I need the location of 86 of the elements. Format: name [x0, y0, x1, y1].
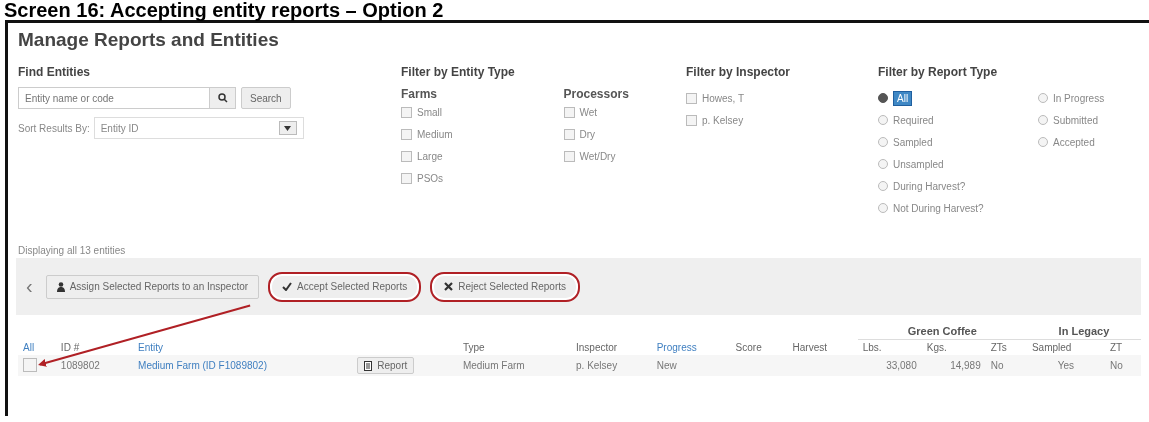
column-header: Lbs. — [862, 342, 882, 353]
section-label: Find Entities — [18, 65, 91, 79]
table-cell: Yes — [1057, 360, 1075, 371]
option-label[interactable]: In Progress — [1053, 92, 1105, 104]
column-header: Harvest — [792, 341, 827, 353]
group-label: Farms — [401, 87, 439, 101]
table-cell: No — [990, 360, 1004, 371]
radio-button[interactable] — [878, 203, 888, 213]
column-group-header: Green Coffee — [907, 325, 977, 337]
table-cell: 1089802 — [60, 360, 100, 371]
person-icon — [56, 281, 65, 292]
checkbox[interactable] — [401, 106, 412, 118]
column-header: ID # — [60, 341, 80, 353]
checkbox[interactable] — [401, 128, 412, 140]
table-cell: 14,989 — [950, 360, 981, 371]
page-title: Manage Reports and Entities — [18, 29, 280, 51]
column-header[interactable]: Entity — [138, 341, 164, 353]
table-cell: New — [656, 360, 677, 371]
group-label: Processors — [563, 87, 630, 101]
checkbox[interactable] — [563, 150, 575, 162]
section-label: Filter by Report Type — [878, 65, 999, 79]
radio-button[interactable] — [1038, 137, 1048, 147]
column-header[interactable]: All — [23, 341, 35, 353]
back-chevron[interactable]: ‹ — [26, 275, 33, 298]
x-icon — [444, 282, 454, 291]
option-label[interactable]: Required — [893, 114, 934, 126]
search-icon[interactable] — [210, 87, 236, 109]
entity-link[interactable]: Medium Farm (ID F1089802) — [138, 360, 267, 371]
caret-icon — [278, 121, 297, 135]
radio-button[interactable] — [878, 181, 888, 191]
option-label[interactable]: p. Kelsey — [702, 114, 744, 126]
column-group-header: In Legacy — [1058, 325, 1110, 337]
row-checkbox[interactable] — [23, 357, 37, 372]
option-label[interactable]: Wet — [579, 106, 598, 118]
option-label[interactable]: Sampled — [893, 136, 933, 148]
option-label[interactable]: During Harvest? — [893, 180, 966, 192]
radio-button[interactable] — [1038, 115, 1048, 125]
document-heading: Screen 16: Accepting entity reports – Option 2 — [3, 0, 445, 20]
option-label[interactable]: Medium — [417, 128, 453, 140]
radio-button[interactable] — [878, 115, 888, 125]
option-label[interactable]: Submitted — [1053, 114, 1099, 126]
column-header: Score — [735, 341, 762, 353]
action-button[interactable]: Accept Selected Reports — [268, 271, 422, 302]
radio-button[interactable] — [1038, 93, 1048, 103]
table-cell: p. Kelsey — [576, 360, 618, 371]
checkbox[interactable] — [401, 150, 412, 162]
search-field[interactable]: Entity name or code — [18, 87, 210, 109]
checkbox[interactable] — [563, 106, 575, 118]
report-button[interactable]: Report — [357, 357, 415, 374]
result-count: Displaying all 13 entities — [18, 245, 127, 256]
column-header: ZTs — [990, 342, 1007, 353]
option-label[interactable]: Not During Harvest? — [893, 202, 984, 214]
table-cell: Medium Farm — [462, 360, 525, 371]
checkbox[interactable] — [401, 172, 412, 184]
section-label: Filter by Inspector — [686, 65, 792, 79]
sort-label: Sort Results By: — [18, 122, 90, 134]
radio-button[interactable] — [878, 159, 888, 169]
column-header: Kgs. — [926, 342, 947, 353]
document-icon — [364, 360, 373, 371]
search-button[interactable]: Search — [241, 87, 291, 109]
radio-button[interactable] — [878, 137, 888, 147]
column-header[interactable]: Progress — [656, 341, 697, 353]
checkbox[interactable] — [686, 114, 697, 126]
column-header: Inspector — [576, 341, 618, 353]
option-label[interactable]: Unsampled — [893, 158, 944, 170]
option-label[interactable]: Howes, T — [702, 92, 745, 104]
sort-dropdown[interactable]: Entity ID — [93, 117, 304, 139]
action-button[interactable]: Assign Selected Reports to an Inspector — [45, 274, 260, 299]
option-label[interactable]: Accepted — [1053, 136, 1095, 148]
checkbox[interactable] — [686, 92, 697, 104]
radio-button[interactable] — [878, 93, 888, 103]
option-label[interactable]: All — [893, 90, 913, 106]
option-label[interactable]: Dry — [579, 128, 596, 140]
table-cell: 33,080 — [886, 360, 917, 371]
column-header: Sampled — [1031, 342, 1072, 353]
table-cell: No — [1109, 360, 1123, 371]
checkmark-icon — [282, 282, 293, 291]
section-label: Filter by Entity Type — [401, 65, 516, 79]
option-label[interactable]: Wet/Dry — [579, 150, 616, 162]
checkbox[interactable] — [563, 128, 575, 140]
column-header: Type — [462, 341, 485, 353]
option-label[interactable]: PSOs — [417, 172, 444, 184]
column-header: ZT — [1109, 342, 1123, 353]
option-label[interactable]: Small — [417, 106, 442, 118]
option-label[interactable]: Large — [417, 150, 443, 162]
action-button[interactable]: Reject Selected Reports — [430, 271, 580, 302]
